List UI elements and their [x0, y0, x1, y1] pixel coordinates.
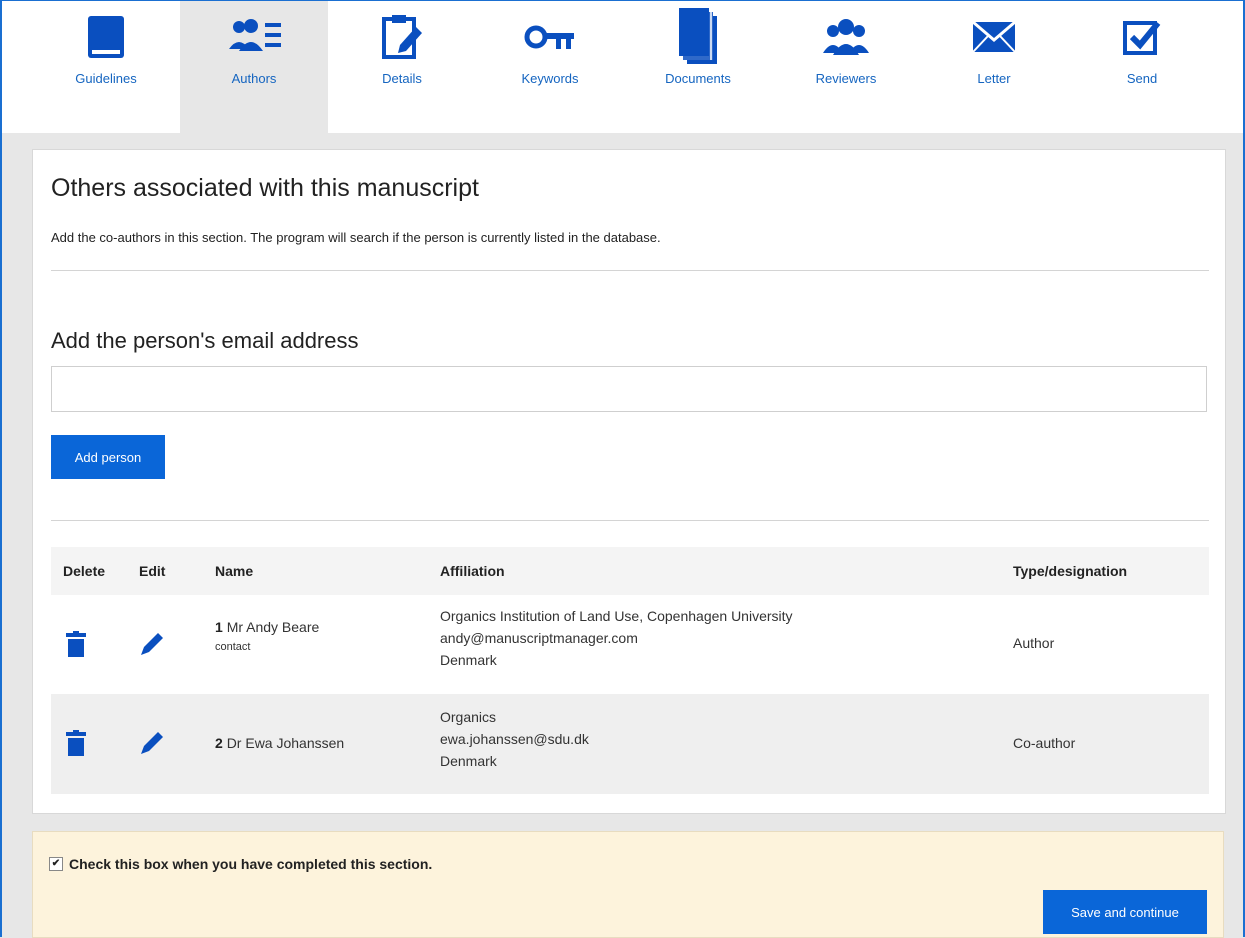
affiliation-cell: Organics ewa.johanssen@sdu.dk Denmark: [440, 706, 589, 772]
tab-keywords[interactable]: Keywords: [476, 1, 624, 133]
tab-label: Letter: [977, 71, 1011, 86]
author-email: andy@manuscriptmanager.com: [440, 630, 638, 646]
email-input[interactable]: [51, 366, 1207, 412]
column-delete: Delete: [63, 563, 106, 579]
tab-send[interactable]: Send: [1068, 1, 1216, 133]
type-cell: Co-author: [1013, 735, 1076, 751]
author-name-cell: 1 Mr Andy Beare contact: [215, 619, 319, 653]
pencil-icon[interactable]: [139, 730, 165, 756]
tab-label: Send: [1126, 71, 1158, 86]
contact-label: contact: [215, 641, 251, 653]
book-icon: [76, 9, 136, 65]
coauthors-card: Others associated with this manuscript A…: [32, 149, 1226, 814]
column-affiliation: Affiliation: [440, 563, 505, 579]
author-email: ewa.johanssen@sdu.dk: [440, 731, 589, 747]
affiliation-cell: Organics Institution of Land Use, Copenh…: [440, 605, 793, 671]
tab-label: Guidelines: [75, 71, 137, 86]
completion-panel: ✔ Check this box when you have completed…: [32, 831, 1224, 938]
authors-table: Delete Edit Name Affiliation Type/design…: [51, 547, 1209, 794]
tab-label: Details: [382, 71, 422, 86]
tab-label: Reviewers: [815, 71, 877, 86]
table-header: Delete Edit Name Affiliation Type/design…: [51, 547, 1209, 595]
envelope-icon: [964, 9, 1024, 65]
section-description: Add the co-authors in this section. The …: [51, 230, 661, 245]
key-icon: [520, 9, 580, 65]
add-person-button[interactable]: Add person: [51, 435, 165, 479]
tab-details[interactable]: Details: [328, 1, 476, 133]
author-name-cell: 2 Dr Ewa Johanssen: [215, 735, 344, 751]
tab-reviewers[interactable]: Reviewers: [772, 1, 920, 133]
tab-label: Documents: [665, 71, 731, 86]
tab-guidelines[interactable]: Guidelines: [32, 1, 180, 133]
checkbox-send-icon: [1112, 9, 1172, 65]
reviewers-icon: [816, 9, 876, 65]
table-row: 1 Mr Andy Beare contact Organics Institu…: [51, 595, 1209, 694]
authors-icon: [224, 9, 284, 65]
author-country: Denmark: [440, 652, 497, 668]
table-row: 2 Dr Ewa Johanssen Organics ewa.johansse…: [51, 694, 1209, 794]
type-cell: Author: [1013, 635, 1055, 651]
tab-authors[interactable]: Authors: [180, 1, 328, 133]
trash-icon[interactable]: [66, 631, 86, 657]
divider: [51, 520, 1209, 521]
tab-label: Keywords: [521, 71, 579, 86]
column-edit: Edit: [139, 563, 166, 579]
tab-label: Authors: [231, 71, 277, 86]
save-and-continue-button[interactable]: Save and continue: [1043, 890, 1207, 934]
column-name: Name: [215, 563, 254, 579]
step-navigation: Guidelines Authors Details Keywords Docu…: [2, 1, 1243, 133]
affiliation-text: Organics Institution of Land Use, Copenh…: [440, 608, 793, 624]
affiliation-text: Organics: [440, 709, 497, 725]
author-name: Dr Ewa Johanssen: [226, 735, 345, 751]
author-number: 2: [215, 735, 223, 751]
completion-checkbox[interactable]: ✔: [49, 857, 63, 871]
tab-letter[interactable]: Letter: [920, 1, 1068, 133]
completion-label: Check this box when you have completed t…: [69, 856, 433, 872]
author-number: 1: [215, 619, 223, 635]
email-heading: Add the person's email address: [51, 328, 359, 353]
completion-checkbox-row: ✔ Check this box when you have completed…: [49, 856, 432, 872]
pencil-icon[interactable]: [139, 631, 165, 657]
trash-icon[interactable]: [66, 730, 86, 756]
column-type: Type/designation: [1013, 563, 1128, 579]
tab-documents[interactable]: Documents: [624, 1, 772, 133]
documents-icon: [668, 8, 728, 65]
author-country: Denmark: [440, 753, 497, 769]
clipboard-edit-icon: [372, 9, 432, 65]
divider: [51, 270, 1209, 271]
page-title: Others associated with this manuscript: [51, 174, 479, 202]
author-name: Mr Andy Beare: [226, 619, 320, 635]
